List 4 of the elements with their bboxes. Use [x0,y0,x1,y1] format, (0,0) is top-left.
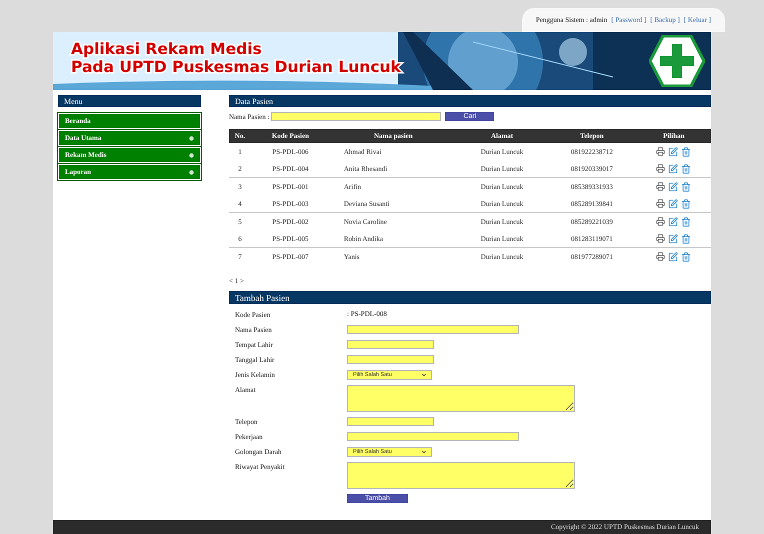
banner-title: Aplikasi Rekam Medis [71,40,263,58]
section-title: Data Pasien [229,95,711,107]
section-title: Tambah Pasien [229,291,711,304]
menu-title: Menu [58,95,201,107]
